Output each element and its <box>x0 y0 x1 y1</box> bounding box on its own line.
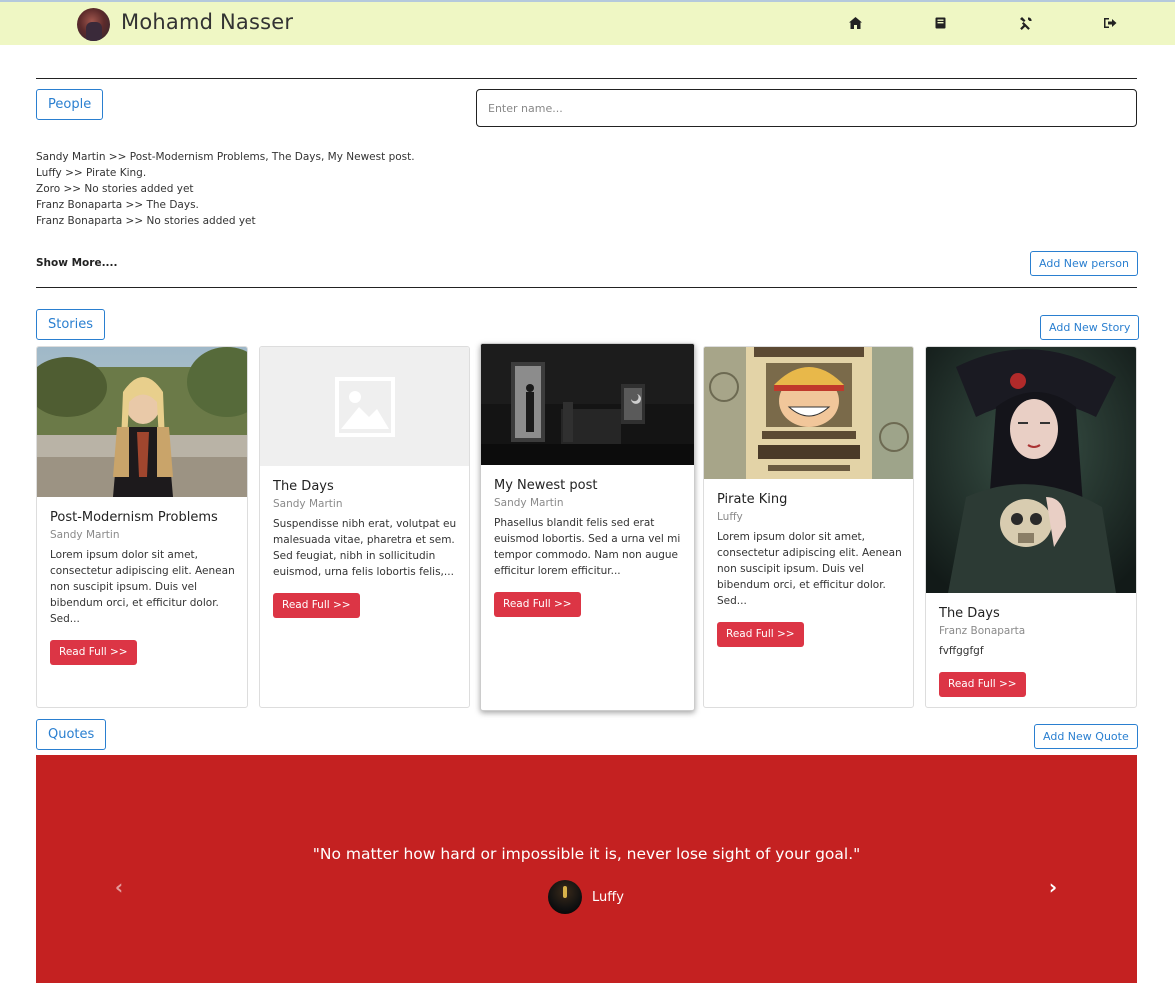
list-item: Franz Bonaparta >> No stories added yet <box>36 215 256 227</box>
list-item: Sandy Martin >> Post-Modernism Problems,… <box>36 151 415 163</box>
divider-top <box>36 78 1137 79</box>
story-excerpt: Suspendisse nibh erat, volutpat eu males… <box>273 518 457 578</box>
story-card: My Newest post Sandy Martin Phasellus bl… <box>480 343 695 711</box>
story-excerpt: Lorem ipsum dolor sit amet, consectetur … <box>717 531 902 607</box>
user-avatar[interactable] <box>77 8 110 41</box>
story-author: Franz Bonaparta <box>939 625 1026 637</box>
story-title[interactable]: The Days <box>273 478 459 496</box>
list-item: Zoro >> No stories added yet <box>36 183 194 195</box>
quote-author-name: Luffy <box>592 889 624 905</box>
read-full-button[interactable]: Read Full >> <box>939 672 1026 697</box>
quote-carousel: ‹ "No matter how hard or impossible it i… <box>36 755 1137 983</box>
book-icon[interactable] <box>930 13 950 33</box>
story-card: Pirate King Luffy Lorem ipsum dolor sit … <box>703 346 914 708</box>
quote-text: "No matter how hard or impossible it is,… <box>312 845 861 863</box>
search-input[interactable] <box>476 89 1137 127</box>
story-card: Post-Modernism Problems Sandy Martin Lor… <box>36 346 248 708</box>
story-author: Luffy <box>717 511 743 523</box>
add-story-button[interactable]: Add New Story <box>1040 315 1140 340</box>
story-card: The Days Franz Bonaparta fvffggfgf Read … <box>925 346 1137 708</box>
story-excerpt: fvffggfgf <box>939 645 984 657</box>
story-image[interactable] <box>926 347 1136 593</box>
story-excerpt: Phasellus blandit felis sed erat euismod… <box>494 517 681 577</box>
story-body: The Days Sandy Martin Suspendisse nibh e… <box>273 478 459 618</box>
people-button[interactable]: People <box>36 89 104 120</box>
quote-author-avatar <box>548 880 582 914</box>
story-image[interactable] <box>704 347 913 479</box>
image-placeholder-icon[interactable] <box>260 347 469 466</box>
add-person-button[interactable]: Add New person <box>1030 251 1138 276</box>
story-author: Sandy Martin <box>50 529 120 541</box>
sign-out-icon[interactable] <box>1100 13 1120 33</box>
story-title[interactable]: Pirate King <box>717 491 903 509</box>
story-title[interactable]: My Newest post <box>494 477 684 495</box>
story-card: The Days Sandy Martin Suspendisse nibh e… <box>259 346 470 708</box>
divider-middle <box>36 287 1137 288</box>
list-item: Franz Bonaparta >> The Days. <box>36 199 199 211</box>
list-item: Luffy >> Pirate King. <box>36 167 147 179</box>
quotes-button[interactable]: Quotes <box>36 719 107 750</box>
read-full-button[interactable]: Read Full >> <box>494 592 581 617</box>
read-full-button[interactable]: Read Full >> <box>717 622 804 647</box>
tools-icon[interactable] <box>1015 13 1035 33</box>
carousel-next-button[interactable]: › <box>1043 875 1063 899</box>
home-icon[interactable] <box>845 13 865 33</box>
people-list: Sandy Martin >> Post-Modernism Problems,… <box>36 149 415 229</box>
read-full-button[interactable]: Read Full >> <box>50 640 137 665</box>
story-image[interactable] <box>481 344 694 465</box>
story-body: Post-Modernism Problems Sandy Martin Lor… <box>50 509 237 665</box>
story-body: My Newest post Sandy Martin Phasellus bl… <box>494 477 684 617</box>
story-body: The Days Franz Bonaparta fvffggfgf Read … <box>939 605 1126 697</box>
story-image[interactable] <box>37 347 247 497</box>
story-author: Sandy Martin <box>273 498 343 510</box>
read-full-button[interactable]: Read Full >> <box>273 593 360 618</box>
carousel-prev-button[interactable]: ‹ <box>109 875 129 899</box>
add-quote-button[interactable]: Add New Quote <box>1034 724 1138 749</box>
show-more-link[interactable]: Show More.... <box>36 257 118 269</box>
brand-name[interactable]: Mohamd Nasser <box>121 10 293 34</box>
story-title[interactable]: The Days <box>939 605 1126 623</box>
quote-author: Luffy <box>548 880 624 914</box>
story-body: Pirate King Luffy Lorem ipsum dolor sit … <box>717 491 903 647</box>
stories-button[interactable]: Stories <box>36 309 106 340</box>
story-title[interactable]: Post-Modernism Problems <box>50 509 237 527</box>
story-excerpt: Lorem ipsum dolor sit amet, consectetur … <box>50 549 235 625</box>
story-author: Sandy Martin <box>494 497 564 509</box>
top-navbar: Mohamd Nasser <box>0 0 1175 45</box>
